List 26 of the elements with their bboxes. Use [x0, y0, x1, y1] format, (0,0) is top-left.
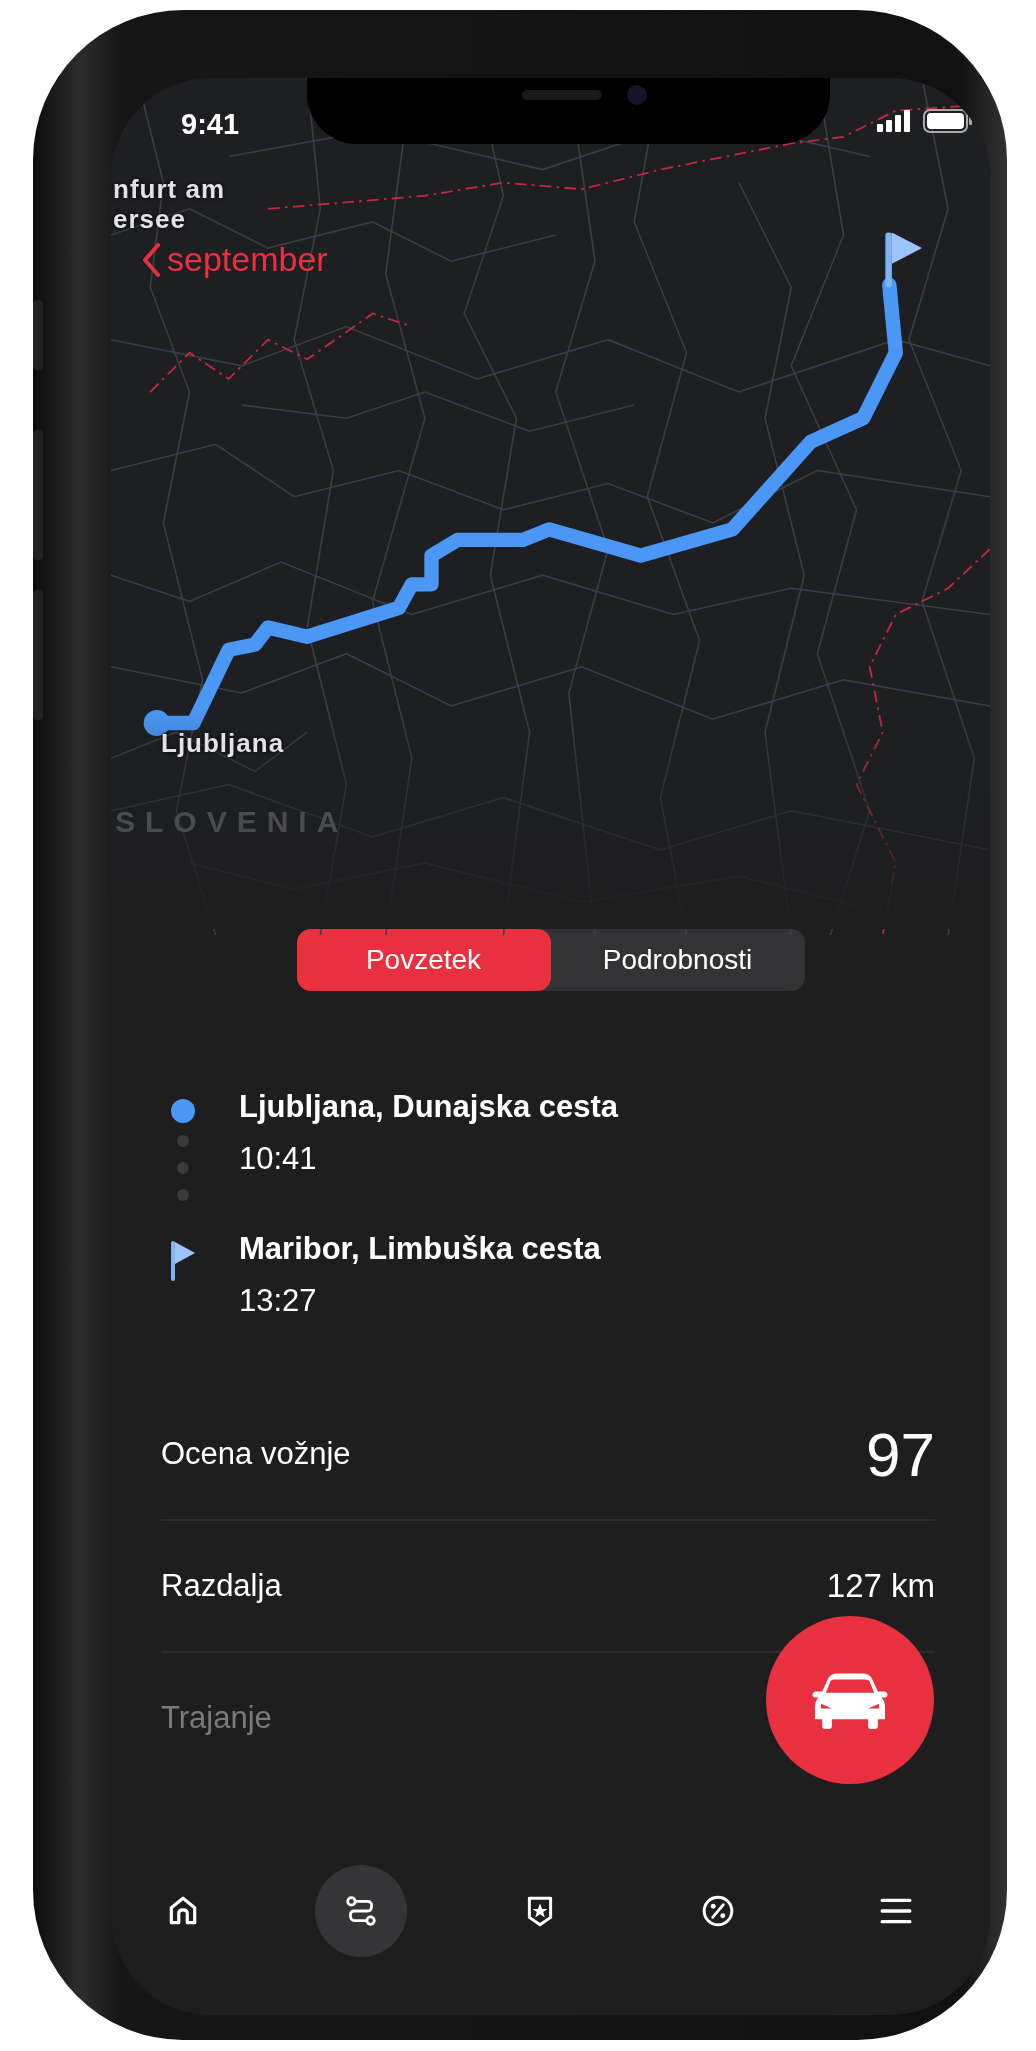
stat-value: 97	[866, 1418, 935, 1490]
stat-label: Trajanje	[161, 1700, 272, 1736]
stat-value: 127 km	[826, 1567, 935, 1605]
dotted-connector-icon	[177, 1135, 189, 1201]
stat-label: Razdalja	[161, 1568, 282, 1604]
stop-time: 13:27	[239, 1283, 318, 1319]
start-dot-icon	[171, 1099, 195, 1123]
flag-icon	[171, 1241, 195, 1281]
signal-icon	[877, 110, 911, 132]
stop-place: Ljubljana, Dunajska cesta	[239, 1089, 619, 1125]
battery-icon	[923, 109, 973, 133]
tab[interactable]: Podrobnosti	[550, 929, 805, 991]
back-link[interactable]: september	[141, 240, 328, 279]
percent-icon	[700, 1894, 735, 1928]
status-time: 9:41	[181, 108, 240, 141]
route-icon	[344, 1894, 379, 1928]
stop-time: 10:41	[239, 1141, 318, 1177]
map-place-label: Ljubljana	[161, 728, 285, 758]
stat-label: Ocena vožnje	[161, 1436, 351, 1472]
stop-place: Maribor, Limbuška cesta	[239, 1231, 601, 1267]
map-place-label: nfurt am	[113, 174, 225, 204]
flag-icon	[885, 232, 922, 288]
tab[interactable]: Povzetek	[296, 929, 551, 991]
car-icon	[811, 1671, 889, 1729]
chevron-left-icon	[141, 241, 161, 278]
map-place-label: ersee	[113, 204, 186, 234]
